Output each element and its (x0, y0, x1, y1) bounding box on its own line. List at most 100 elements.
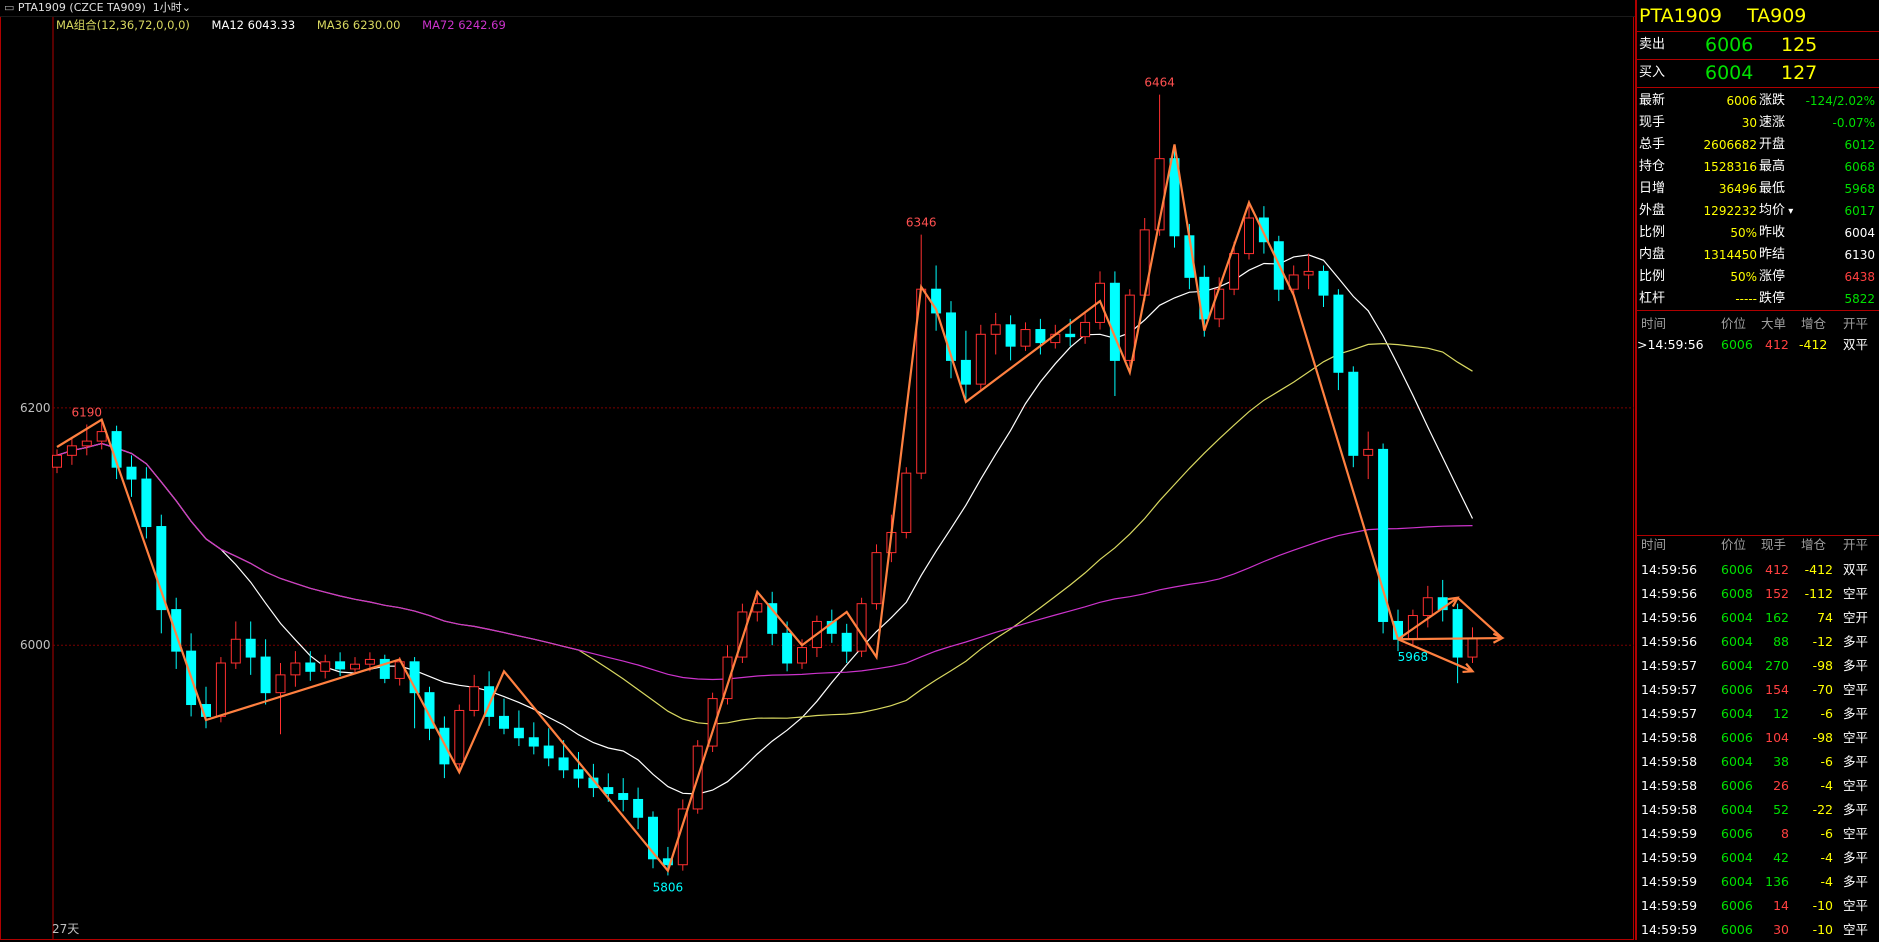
candle-body[interactable] (290, 662, 301, 676)
stat-row: 比例 50% 涨停 6438 (1637, 266, 1879, 288)
candle-body[interactable] (856, 603, 867, 652)
tick-row[interactable]: 14:59:58 6006 26 -4 空平 (1637, 774, 1879, 798)
tick-row[interactable]: 14:59:59 6004 136 -4 多平 (1637, 870, 1879, 894)
candle-body[interactable] (1109, 282, 1120, 361)
bigorder-row[interactable]: >14:59:56 6006 412 -412 双平 (1637, 334, 1879, 356)
candle-body[interactable] (245, 638, 256, 658)
candle-body[interactable] (320, 661, 331, 672)
tick-row[interactable]: 14:59:58 6004 38 -6 多平 (1637, 750, 1879, 774)
chevron-down-icon[interactable]: ▾ (1785, 206, 1793, 217)
candle-body[interactable] (66, 445, 77, 456)
tick-type: 多平 (1843, 874, 1869, 889)
bo-header-big: 大单 (1761, 316, 1787, 331)
projection-arrow (1397, 636, 1503, 641)
candle-body[interactable] (901, 472, 912, 533)
tick-delta: -6 (1820, 754, 1833, 769)
ma-group-label[interactable]: MA组合(12,36,72,0,0,0) (56, 18, 190, 32)
tick-row[interactable]: 14:59:58 6004 52 -22 多平 (1637, 798, 1879, 822)
peak-label: 5806 (653, 880, 684, 894)
sell-row[interactable]: 卖出 6006 125 (1637, 32, 1879, 58)
candle-body[interactable] (1035, 329, 1046, 344)
candle-body[interactable] (275, 674, 286, 694)
tick-type: 空平 (1843, 898, 1869, 913)
candle-body[interactable] (305, 662, 316, 672)
candle-body[interactable] (1214, 288, 1225, 320)
tick-row[interactable]: 14:59:59 6004 42 -4 多平 (1637, 846, 1879, 870)
tick-qty: 136 (1765, 874, 1789, 889)
candle-body[interactable] (871, 552, 882, 605)
tick-row[interactable]: 14:59:57 6006 154 -70 空平 (1637, 678, 1879, 702)
candle-body[interactable] (96, 431, 107, 442)
chart-area[interactable]: 6000 6200 27天 6190 5806 6346 6464 5968 (0, 0, 1634, 940)
candle-body[interactable] (1080, 321, 1091, 338)
peak-label: 6464 (1144, 76, 1175, 90)
candle-body[interactable] (1065, 333, 1076, 338)
candle-body[interactable] (1378, 448, 1389, 622)
tick-row[interactable]: 14:59:58 6006 104 -98 空平 (1637, 726, 1879, 750)
tick-row[interactable]: 14:59:56 6006 412 -412 双平 (1637, 558, 1879, 582)
candle-body[interactable] (841, 632, 852, 652)
candle-body[interactable] (126, 466, 137, 480)
stat-row: 现手 30 速涨 -0.07% (1637, 112, 1879, 134)
candle-body[interactable] (81, 440, 92, 447)
tick-row[interactable]: 14:59:57 6004 270 -98 多平 (1637, 654, 1879, 678)
candle-body[interactable] (1348, 371, 1359, 456)
candle-body[interactable] (230, 638, 241, 664)
candle-body[interactable] (528, 737, 539, 747)
candle-body[interactable] (350, 663, 360, 670)
candle-body[interactable] (1020, 329, 1031, 347)
buy-row[interactable]: 买入 6004 127 (1637, 60, 1879, 86)
candle-body[interactable] (1333, 294, 1344, 373)
tick-time: 14:59:59 (1641, 922, 1698, 937)
candle-body[interactable] (335, 661, 346, 670)
tick-time: 14:59:57 (1641, 706, 1698, 721)
candle-body[interactable] (52, 454, 62, 468)
ma12-label: MA12 6043.33 (211, 18, 296, 32)
candle-body[interactable] (454, 709, 465, 765)
candle-body[interactable] (633, 798, 644, 818)
candle-body[interactable] (499, 715, 509, 729)
candle-body[interactable] (1244, 217, 1254, 255)
candle-body[interactable] (513, 727, 524, 739)
candle-body[interactable] (543, 745, 554, 759)
projection-arrow (1456, 596, 1504, 639)
tick-row[interactable]: 14:59:56 6004 162 74 空开 (1637, 606, 1879, 630)
candlestick-chart[interactable]: 6000 6200 27天 6190 5806 6346 6464 5968 (0, 0, 1634, 940)
candle-body[interactable] (1422, 597, 1433, 617)
chevron-down-icon[interactable]: ⌄ (182, 1, 191, 14)
candle-body[interactable] (573, 769, 584, 779)
stat-value: 36496 (1718, 182, 1757, 196)
stat-value: 50% (1730, 226, 1757, 240)
candle-body[interactable] (797, 647, 807, 664)
tick-price: 6008 (1721, 586, 1753, 601)
tick-row[interactable]: 14:59:59 6006 30 -10 空平 (1637, 918, 1879, 942)
menu-icon[interactable]: ▭ (4, 1, 14, 14)
candle-body[interactable] (1005, 324, 1016, 347)
stat-row: 外盘 1292232 均价 ▾ 6017 (1637, 200, 1879, 222)
candle-body[interactable] (1363, 448, 1374, 456)
tick-row[interactable]: 14:59:59 6006 8 -6 空平 (1637, 822, 1879, 846)
candle-body[interactable] (1229, 253, 1240, 290)
stat-row: 持仓 1528316 最高 6068 (1637, 156, 1879, 178)
candle-body[interactable] (558, 757, 569, 771)
candle-body[interactable] (618, 793, 629, 800)
candle-body[interactable] (215, 662, 226, 717)
candle-body[interactable] (990, 324, 1001, 335)
tick-row[interactable]: 14:59:57 6004 12 -6 多平 (1637, 702, 1879, 726)
tick-row[interactable]: 14:59:56 6008 152 -112 空平 (1637, 582, 1879, 606)
candle-body[interactable] (364, 658, 375, 665)
candle-body[interactable] (975, 333, 986, 385)
candle-body[interactable] (1452, 609, 1463, 658)
candle-body[interactable] (1303, 270, 1314, 276)
candle-body[interactable] (1467, 637, 1478, 658)
candle-body[interactable] (260, 656, 271, 694)
tick-row[interactable]: 14:59:56 6004 88 -12 多平 (1637, 630, 1879, 654)
period-selector[interactable]: 1小时 (153, 1, 182, 14)
candle-body[interactable] (782, 632, 793, 664)
candle-body[interactable] (1318, 270, 1329, 296)
candle-body[interactable] (141, 478, 152, 528)
candle-body[interactable] (960, 359, 971, 385)
candle-body[interactable] (469, 686, 480, 711)
tick-row[interactable]: 14:59:59 6006 14 -10 空平 (1637, 894, 1879, 918)
tick-delta: -412 (1804, 562, 1833, 577)
